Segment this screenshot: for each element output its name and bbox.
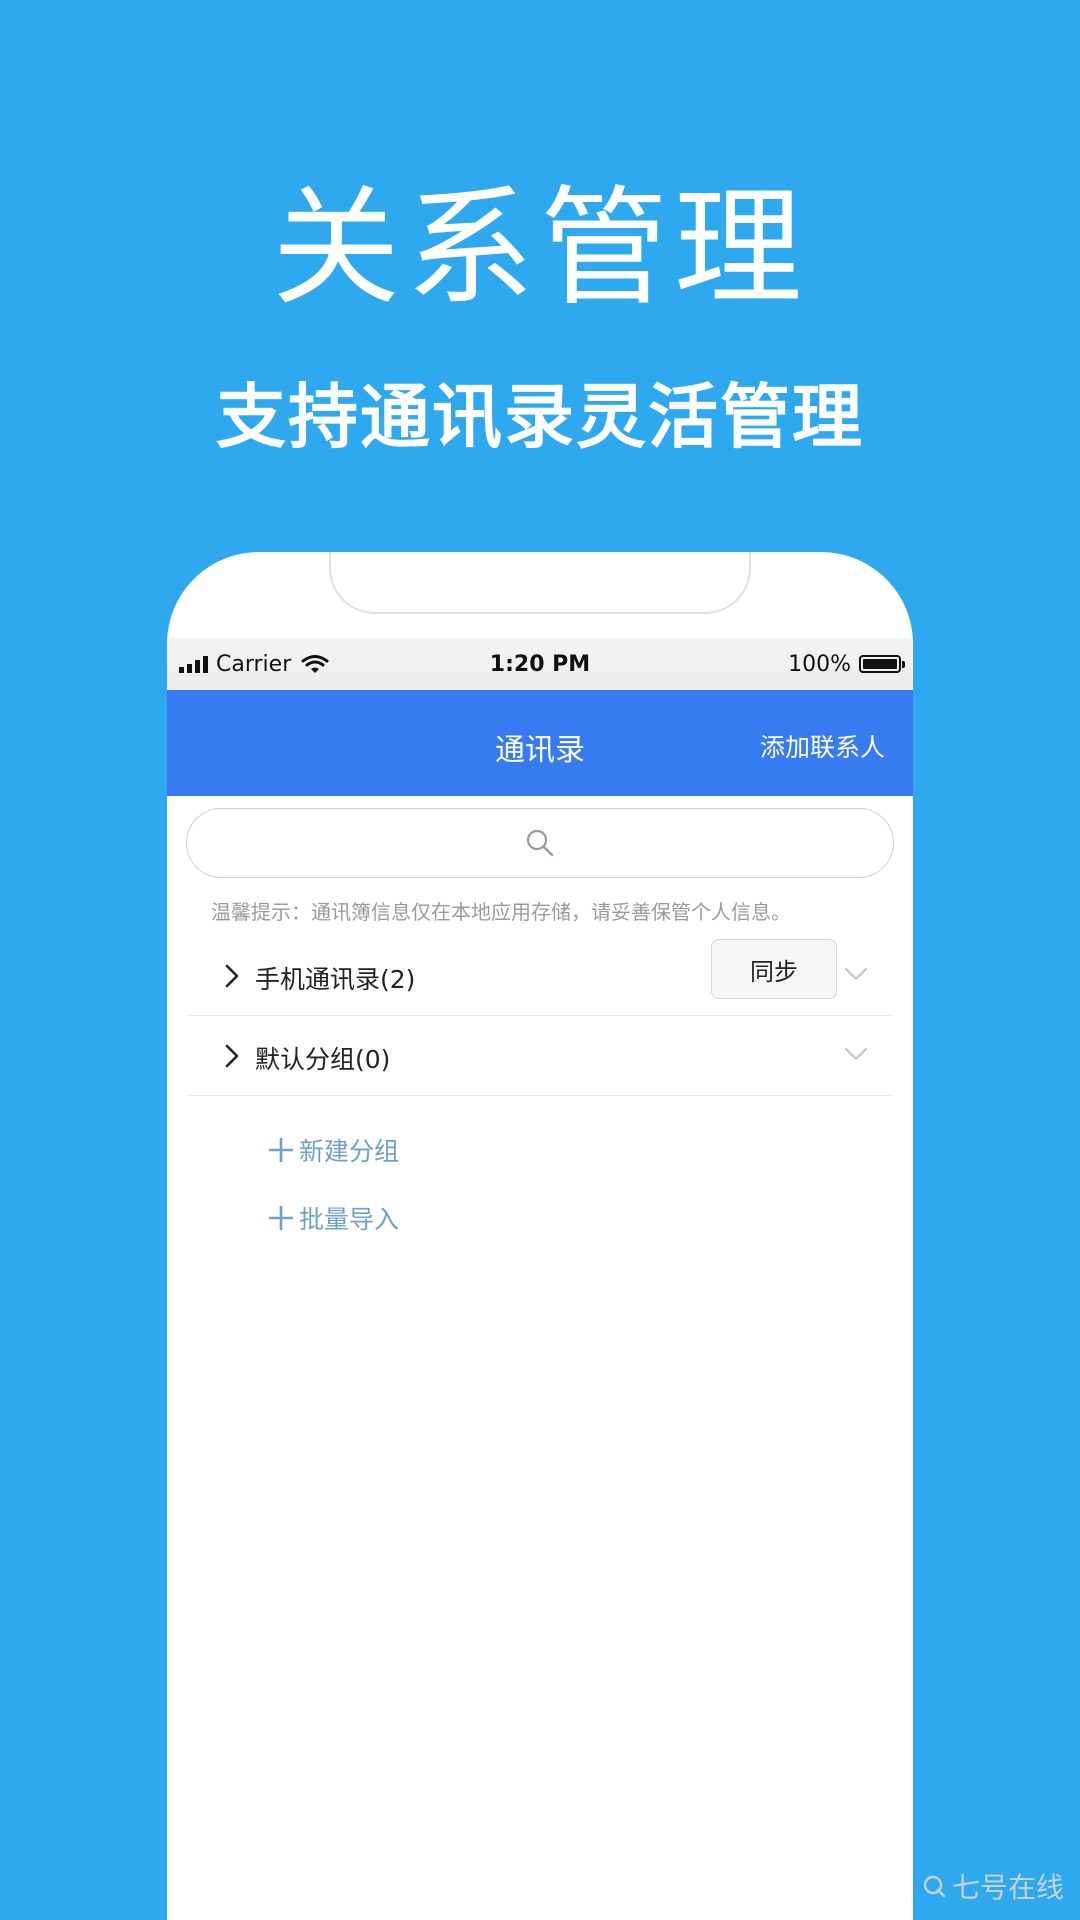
battery-icon [859,655,905,673]
battery-fill [863,659,897,669]
carrier-label: Carrier [216,651,292,677]
plus-icon [269,1138,293,1162]
group-row-default[interactable]: 默认分组(0) [186,1016,894,1096]
group-label: 默认分组(0) [255,1045,391,1074]
privacy-tip: 温馨提示：通讯簿信息仅在本地应用存储，请妥善保管个人信息。 [211,900,791,924]
navbar: 通讯录 添加联系人 [167,690,913,796]
group-label: 手机通讯录(2) [255,965,416,994]
hero-title: 关系管理 [271,174,808,323]
chevron-right-icon [225,964,239,988]
signal-icon [179,655,208,673]
status-bar: Carrier 1:20 PM 100% [167,638,913,690]
watermark-text: 七号在线 [951,1871,1064,1904]
chevron-down-icon[interactable] [844,967,868,981]
search-input[interactable] [186,808,894,878]
group-row-phone-contacts[interactable]: 手机通讯录(2) 同步 [186,936,894,1016]
batch-import-label: 批量导入 [299,1205,400,1234]
wifi-icon [301,655,329,673]
hero-subtitle: 支持通讯录灵活管理 [216,376,864,458]
phone-frame: Carrier 1:20 PM 100% 通讯录 添加联系人 温馨提示：通讯簿信… [167,552,913,1920]
plus-icon [269,1206,293,1230]
batch-import-button[interactable]: 批量导入 [267,1200,399,1236]
battery-indicator: 100% [788,651,905,677]
add-contact-button[interactable]: 添加联系人 [760,728,885,764]
new-group-button[interactable]: 新建分组 [267,1132,399,1168]
watermark-logo-icon [923,1875,946,1898]
battery-percent: 100% [788,651,851,677]
chevron-right-icon [225,1044,239,1068]
new-group-label: 新建分组 [299,1137,400,1166]
phone-notch [329,552,751,614]
sync-button[interactable]: 同步 [711,939,837,999]
chevron-down-icon[interactable] [844,1047,868,1061]
watermark: 七号在线 [922,1866,1064,1906]
search-icon [526,829,554,857]
